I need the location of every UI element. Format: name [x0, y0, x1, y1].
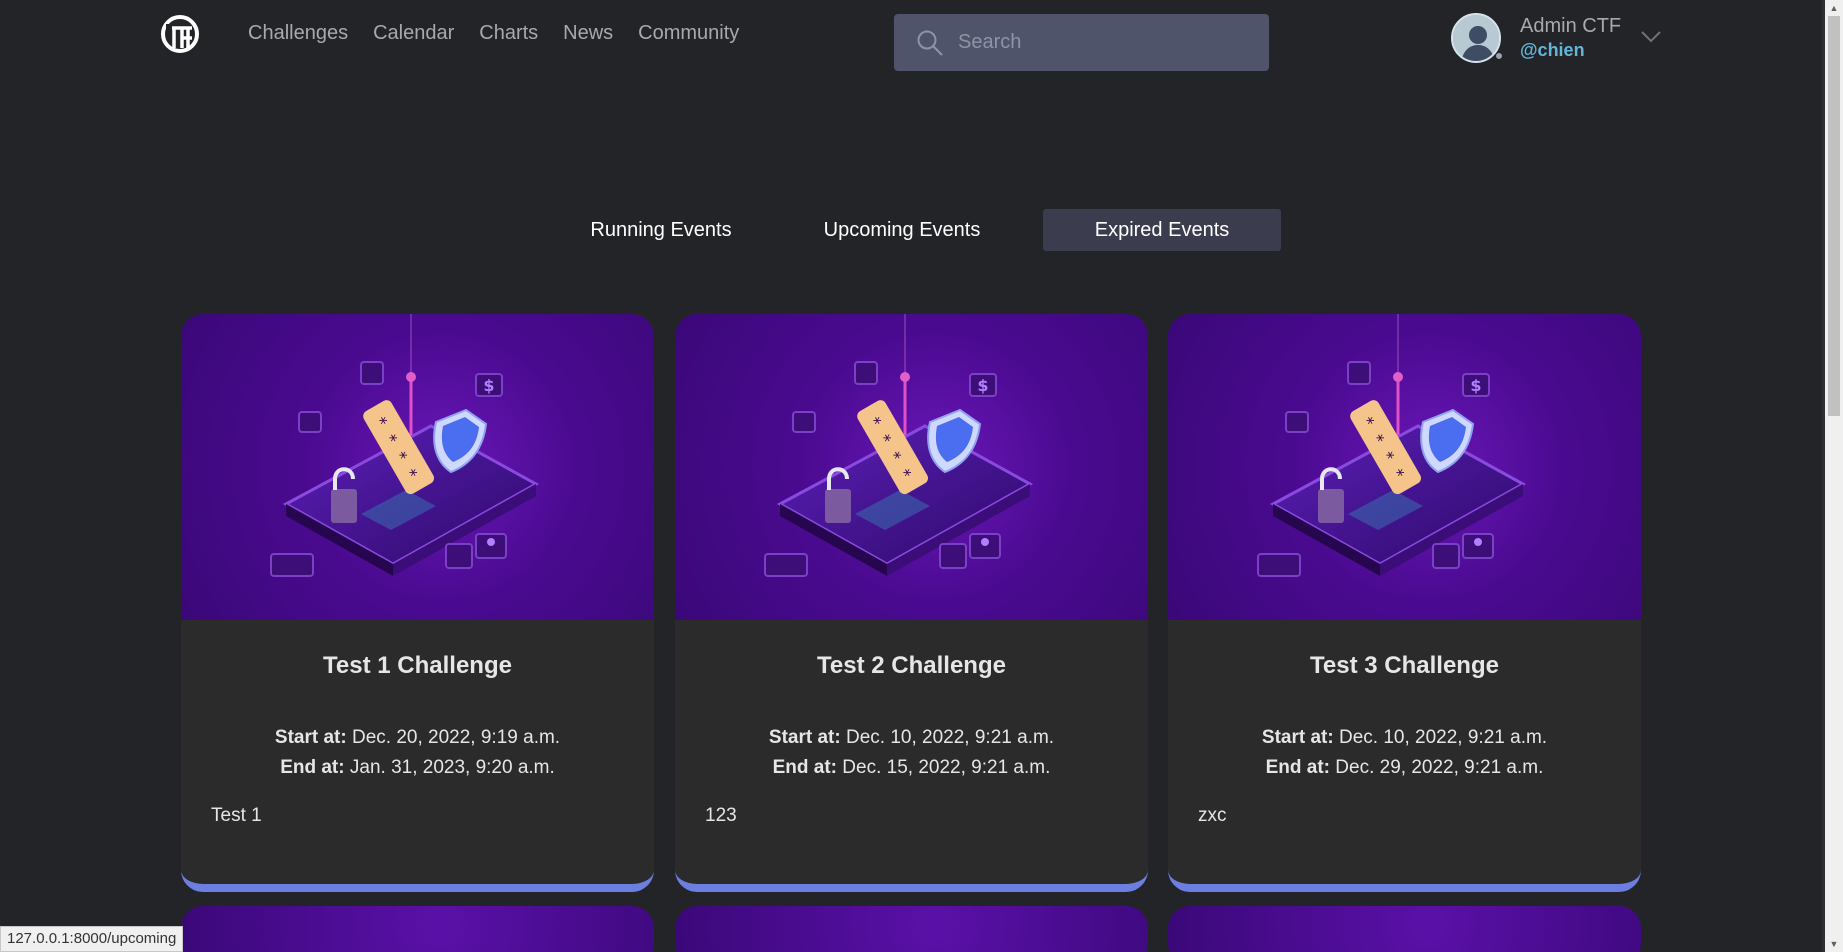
user-menu[interactable]: Admin CTF @chien — [1451, 13, 1621, 63]
end-date: Jan. 31, 2023, 9:20 a.m. — [349, 757, 555, 778]
start-label: Start at: — [768, 727, 841, 748]
start-date: Dec. 10, 2022, 9:21 a.m. — [1339, 727, 1548, 748]
tab-expired-events[interactable]: Expired Events — [1043, 209, 1281, 251]
svg-text:$: $ — [1470, 376, 1481, 395]
user-info: Admin CTF @chien — [1520, 13, 1621, 61]
tab-running-events[interactable]: Running Events — [561, 209, 761, 251]
svg-text:$: $ — [977, 376, 988, 395]
top-navigation-bar: Challenges Calendar Charts News Communit… — [0, 0, 1825, 80]
ctf-logo-icon[interactable] — [160, 14, 200, 54]
event-card[interactable]: * * * * $ Test 3 Challenge Start at: Dec… — [1168, 314, 1641, 892]
svg-text:$: $ — [483, 376, 494, 395]
event-card-description: Test 1 — [211, 805, 262, 826]
start-label: Start at: — [274, 727, 347, 748]
scroll-up-icon[interactable]: ▲ — [1825, 0, 1843, 16]
event-card-partial[interactable] — [1168, 906, 1641, 952]
search-icon — [917, 30, 943, 56]
nav-news[interactable]: News — [563, 20, 613, 46]
event-card-partial[interactable] — [181, 906, 654, 952]
event-card-title: Test 3 Challenge — [1310, 652, 1499, 679]
end-date: Dec. 15, 2022, 9:21 a.m. — [842, 757, 1051, 778]
start-date: Dec. 20, 2022, 9:19 a.m. — [352, 727, 561, 748]
event-card-description: 123 — [705, 805, 737, 826]
nav-challenges[interactable]: Challenges — [248, 20, 348, 46]
event-card-image: * * * * $ — [675, 314, 1148, 620]
main-nav: Challenges Calendar Charts News Communit… — [248, 20, 739, 46]
event-card-description: zxc — [1198, 805, 1227, 826]
event-card[interactable]: * * * * $ Test 2 Challenge Start at: Dec… — [675, 314, 1148, 892]
event-card-title: Test 1 Challenge — [323, 652, 512, 679]
event-card-image: * * * * $ — [1168, 314, 1641, 620]
event-card-dates: Start at: Dec. 10, 2022, 9:21 a.m. End a… — [1168, 723, 1641, 783]
chevron-down-icon[interactable] — [1640, 30, 1662, 44]
nav-community[interactable]: Community — [638, 20, 739, 46]
event-card-image: * * * * $ — [181, 314, 654, 620]
scroll-down-icon[interactable]: ▼ — [1825, 936, 1843, 952]
end-label: End at: — [1265, 757, 1331, 778]
event-card-dates: Start at: Dec. 10, 2022, 9:21 a.m. End a… — [675, 723, 1148, 783]
end-label: End at: — [772, 757, 838, 778]
search-bar — [894, 14, 1269, 71]
tab-upcoming-events[interactable]: Upcoming Events — [761, 209, 1043, 251]
event-card-partial[interactable] — [675, 906, 1148, 952]
status-bar-url: 127.0.0.1:8000/upcoming — [0, 926, 184, 952]
search-input[interactable] — [958, 31, 1238, 54]
event-tabs: Running Events Upcoming Events Expired E… — [561, 209, 1281, 251]
user-avatar-icon — [1451, 13, 1501, 63]
event-card-title: Test 2 Challenge — [817, 652, 1006, 679]
event-card-dates: Start at: Dec. 20, 2022, 9:19 a.m. End a… — [181, 723, 654, 783]
nav-calendar[interactable]: Calendar — [373, 20, 454, 46]
scrollbar-thumb[interactable] — [1828, 16, 1840, 416]
user-handle: @chien — [1520, 40, 1585, 60]
online-status-dot — [1495, 52, 1503, 60]
event-card[interactable]: * * * * $ Test 1 Challenge Start at: Dec… — [181, 314, 654, 892]
nav-charts[interactable]: Charts — [479, 20, 538, 46]
end-date: Dec. 29, 2022, 9:21 a.m. — [1335, 757, 1544, 778]
user-name: Admin CTF — [1520, 15, 1622, 37]
end-label: End at: — [280, 757, 345, 778]
start-date: Dec. 10, 2022, 9:21 a.m. — [846, 727, 1055, 748]
start-label: Start at: — [1261, 727, 1334, 748]
